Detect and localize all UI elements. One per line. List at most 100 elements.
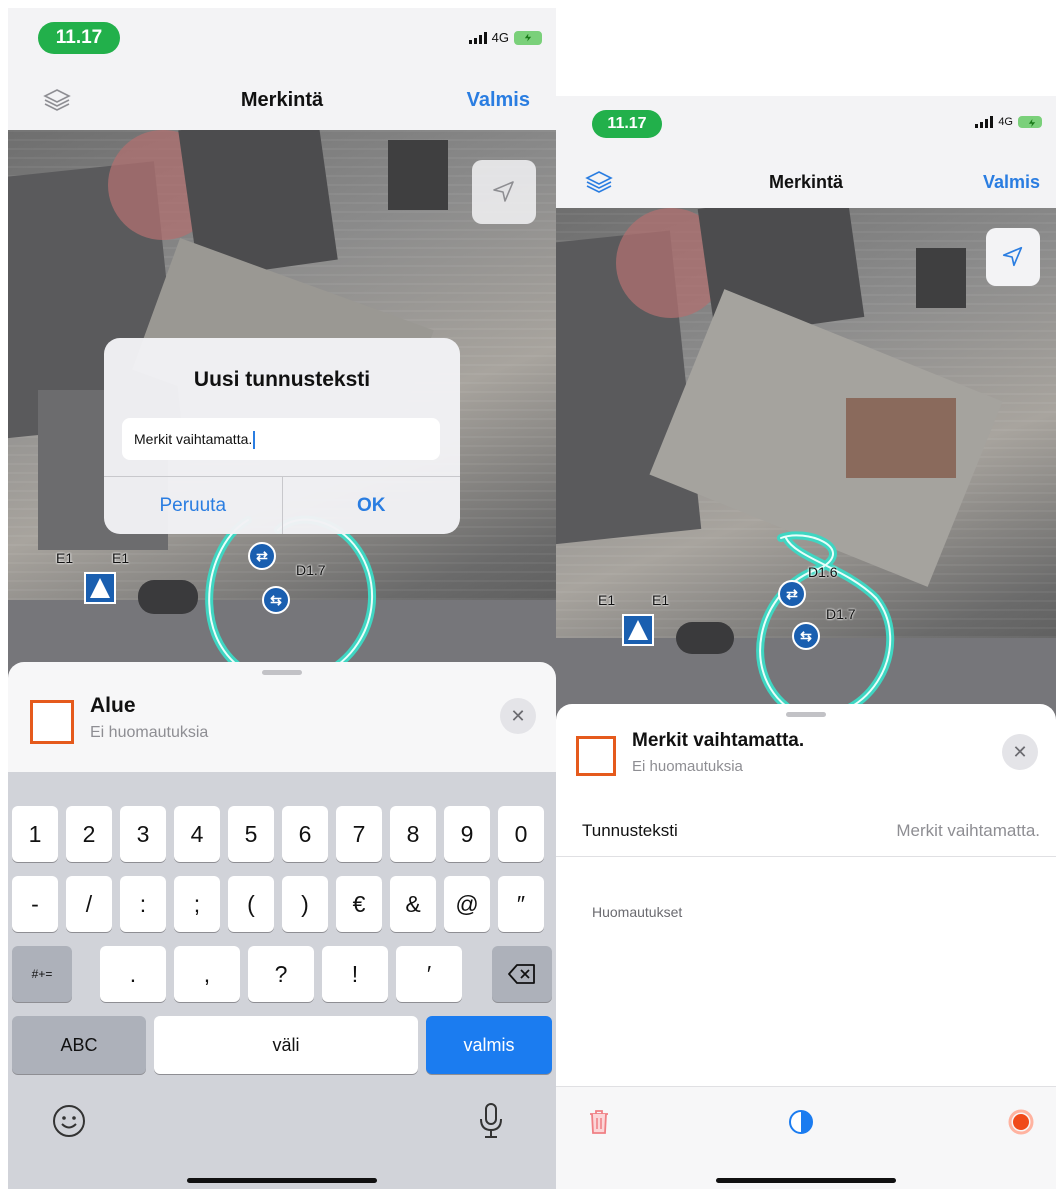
key[interactable]: 2 (66, 806, 112, 862)
status-indicators: 4G (975, 116, 1042, 128)
done-button[interactable]: Valmis (983, 172, 1040, 193)
key[interactable]: ; (174, 876, 220, 932)
map-building (916, 248, 966, 308)
key[interactable]: , (174, 946, 240, 1002)
feature-subtitle: Ei huomautuksia (632, 758, 743, 775)
key[interactable]: . (100, 946, 166, 1002)
feature-title: Merkit vaihtamatta. (632, 730, 805, 751)
key[interactable]: 4 (174, 806, 220, 862)
text-caret (253, 431, 256, 450)
status-time: 11.17 (592, 110, 662, 138)
label-text-label: Tunnusteksti (582, 821, 678, 840)
traffic-sign-e1[interactable] (622, 614, 654, 646)
delete-button[interactable] (566, 1097, 632, 1147)
return-key[interactable]: valmis (426, 1016, 552, 1074)
key[interactable]: 3 (120, 806, 166, 862)
top-bar: 11.17 4G Merkintä Valmis (8, 8, 556, 130)
key[interactable]: ( (228, 876, 274, 932)
record-dot-icon (1008, 1109, 1034, 1135)
battery-icon (1018, 116, 1042, 128)
input-value: Merkit vaihtamatta. (134, 431, 253, 447)
key[interactable]: 0 (498, 806, 544, 862)
close-icon[interactable]: ✕ (1002, 734, 1038, 770)
microphone-icon[interactable] (478, 1102, 504, 1140)
traffic-sign-d17[interactable]: ⇆ (262, 586, 290, 614)
home-indicator (187, 1178, 377, 1183)
key[interactable]: ″ (498, 876, 544, 932)
key[interactable]: ? (248, 946, 314, 1002)
locate-button[interactable] (986, 228, 1040, 286)
symbols-mode-key[interactable]: #+= (12, 946, 72, 1002)
cancel-button[interactable]: Peruuta (104, 477, 282, 534)
locate-button[interactable] (472, 160, 536, 224)
space-key[interactable]: väli (154, 1016, 418, 1074)
style-button[interactable] (768, 1097, 834, 1147)
traffic-sign-e1[interactable] (84, 572, 116, 604)
key[interactable]: ! (322, 946, 388, 1002)
label-text-value: Merkit vaihtamatta. (896, 821, 1040, 840)
key[interactable]: € (336, 876, 382, 932)
key[interactable]: ) (282, 876, 328, 932)
feature-subtitle: Ei huomautuksia (90, 724, 209, 741)
route-line (756, 531, 895, 720)
area-icon (576, 736, 616, 776)
aerial-map[interactable]: ⇄ ⇆ E1 E1 D1.6 D1.7 (556, 208, 1056, 728)
emoji-icon[interactable] (52, 1104, 86, 1138)
status-time: 11.17 (38, 22, 120, 54)
key[interactable]: : (120, 876, 166, 932)
location-arrow-icon (1002, 246, 1023, 267)
map-label-e1: E1 (112, 550, 130, 566)
map-label-d17: D1.7 (826, 606, 856, 622)
row-divider (556, 856, 1056, 857)
key[interactable]: 7 (336, 806, 382, 862)
sheet-grabber[interactable] (262, 670, 302, 675)
key[interactable]: 5 (228, 806, 274, 862)
key[interactable]: / (66, 876, 112, 932)
sheet-grabber[interactable] (786, 712, 826, 717)
network-label: 4G (491, 30, 509, 45)
abc-key[interactable]: ABC (12, 1016, 146, 1074)
nav-title: Merkintä (768, 171, 844, 192)
close-icon[interactable]: ✕ (500, 698, 536, 734)
delete-icon (590, 1110, 608, 1134)
top-bar: 11.17 4G Merkintä Valmis (556, 96, 1056, 208)
done-button[interactable]: Valmis (467, 89, 530, 112)
backspace-key[interactable] (492, 946, 552, 1002)
navigation-bar: Merkintä Valmis (556, 162, 1056, 202)
navigation-bar: Merkintä Valmis (8, 80, 556, 120)
key[interactable]: ′ (396, 946, 462, 1002)
key[interactable]: 9 (444, 806, 490, 862)
dialog-buttons: Peruuta OK (104, 476, 460, 534)
location-arrow-icon (493, 181, 514, 202)
feature-title: Alue (90, 694, 136, 717)
notes-label: Huomautukset (592, 904, 683, 920)
traffic-sign-d17[interactable]: ⇆ (792, 622, 820, 650)
key[interactable]: - (12, 876, 58, 932)
color-button[interactable] (988, 1097, 1054, 1147)
label-text-input[interactable]: Merkit vaihtamatta. (122, 418, 440, 460)
map-label-d17: D1.7 (296, 562, 326, 578)
nav-title: Merkintä (240, 88, 324, 111)
traffic-sign-d16[interactable]: ⇄ (248, 542, 276, 570)
battery-icon (514, 30, 542, 45)
key[interactable]: & (390, 876, 436, 932)
key[interactable]: @ (444, 876, 490, 932)
layers-icon[interactable] (584, 167, 614, 197)
map-label-d16: D1.6 (808, 564, 838, 580)
map-label-e1: E1 (652, 592, 670, 608)
map-building (388, 140, 448, 210)
key[interactable]: 8 (390, 806, 436, 862)
home-indicator (716, 1178, 896, 1183)
label-text-row[interactable]: Tunnusteksti Merkit vaihtamatta. (556, 806, 1056, 856)
map-label-e1: E1 (56, 550, 74, 566)
signal-icon (468, 31, 487, 44)
backspace-icon (508, 964, 535, 984)
key[interactable]: 6 (282, 806, 328, 862)
layers-icon[interactable] (42, 85, 72, 115)
ok-button[interactable]: OK (281, 477, 461, 534)
phone-screenshot-editing: 11.17 4G Merkintä Valmis ⇄ ⇆ E1 E1 D1.7 … (8, 8, 556, 1189)
traffic-sign-d16[interactable]: ⇄ (778, 580, 806, 608)
network-label: 4G (998, 116, 1013, 128)
key[interactable]: 1 (12, 806, 58, 862)
half-circle-icon (789, 1110, 813, 1134)
